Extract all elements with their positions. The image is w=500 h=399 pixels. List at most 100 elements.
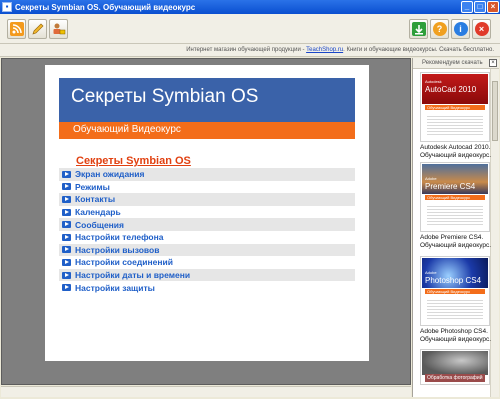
banner-title: Секреты Symbian OS bbox=[71, 86, 259, 107]
chapter-menu: Экран ожидания Режимы Контакты Календарь Соо… bbox=[59, 168, 355, 294]
chapter-item[interactable]: Настройки вызовов bbox=[59, 243, 355, 257]
info-text-before: Интернет магазин обучающей продукции - bbox=[186, 47, 307, 53]
autocad-cover-band: Обучающий Видеокурс bbox=[425, 105, 485, 110]
document-banner: Секреты Symbian OS bbox=[59, 78, 355, 122]
caption-line: Adobe Photoshop CS4. bbox=[420, 328, 488, 335]
chapter-label: Настройки вызовов bbox=[75, 244, 160, 255]
autocad-cover: Autodesk AutoCad 2010 Обучающий Видеокур… bbox=[420, 72, 490, 142]
info-text-after: . Книги и обучающие видеокурсы. Скачать … bbox=[343, 47, 494, 53]
recommend-item-photo-editing[interactable]: Обработка фотографий bbox=[420, 349, 490, 385]
chapter-item[interactable]: Сообщения bbox=[59, 218, 355, 231]
chapter-item[interactable]: Контакты bbox=[59, 193, 355, 206]
play-icon bbox=[62, 284, 71, 292]
document-page: Секреты Symbian OS Обучающий Видеокурс С… bbox=[45, 65, 369, 361]
recommend-caption: Adobe Photoshop CS4. Обучающий видеокурс… bbox=[420, 328, 492, 344]
chapter-label: Сообщения bbox=[75, 219, 124, 230]
toolbar: ? i × bbox=[0, 14, 500, 44]
caption-line: Обучающий видеокурс. bbox=[420, 242, 492, 249]
maximize-button[interactable]: □ bbox=[474, 1, 486, 13]
play-icon bbox=[62, 183, 71, 191]
photoshop-cover-band: Обучающий Видеокурс bbox=[425, 289, 485, 294]
edit-button[interactable] bbox=[28, 19, 47, 39]
autocad-cover-text bbox=[427, 114, 483, 136]
photo-editing-cover-art bbox=[422, 351, 488, 375]
photoshop-cover-name: Photoshop CS4 bbox=[425, 276, 482, 285]
horizontal-scrollbar[interactable] bbox=[1, 386, 411, 397]
photo-editing-cover-band: Обработка фотографий bbox=[425, 374, 485, 382]
sidebar-scrollbar[interactable] bbox=[490, 69, 499, 397]
recommend-item-autocad[interactable]: Autodesk AutoCad 2010 Обучающий Видеокур… bbox=[420, 72, 492, 160]
chapter-item[interactable]: Настройки соединений bbox=[59, 256, 355, 269]
play-icon bbox=[62, 208, 71, 216]
play-icon bbox=[62, 170, 71, 178]
recommend-caption: Adobe Premiere CS4. Обучающий видеокурс. bbox=[420, 234, 492, 250]
chapter-label: Контакты bbox=[75, 194, 116, 205]
help-button[interactable]: ? bbox=[430, 19, 449, 39]
chapter-label: Настройки защиты bbox=[75, 282, 155, 293]
chapter-label: Настройки телефона bbox=[75, 232, 164, 243]
play-icon bbox=[62, 246, 71, 254]
document-viewer[interactable]: Секреты Symbian OS Обучающий Видеокурс С… bbox=[1, 58, 411, 385]
window-controls: _ □ × bbox=[461, 1, 499, 13]
sidebar-header: Рекомендуем скачать × bbox=[413, 58, 499, 69]
exit-button[interactable]: × bbox=[472, 19, 491, 39]
lock-user-icon bbox=[53, 23, 65, 35]
contents-title[interactable]: Секреты Symbian OS bbox=[76, 155, 191, 167]
photoshop-cover-title: Adobe Photoshop CS4 bbox=[425, 269, 481, 285]
autocad-cover-name: AutoCad 2010 bbox=[425, 85, 477, 94]
chapter-item[interactable]: Режимы bbox=[59, 180, 355, 194]
rss-icon bbox=[9, 22, 24, 36]
chapter-label: Настройки соединений bbox=[75, 257, 173, 268]
lock-user-button[interactable] bbox=[49, 19, 68, 39]
download-button[interactable] bbox=[409, 19, 428, 39]
chapter-label: Календарь bbox=[75, 207, 121, 218]
recommend-item-photoshop[interactable]: Adobe Photoshop CS4 Обучающий Видеокурс … bbox=[420, 256, 492, 344]
autocad-cover-title: Autodesk AutoCad 2010 bbox=[425, 78, 476, 94]
subtitle-bar: Обучающий Видеокурс bbox=[59, 122, 355, 139]
recommend-sidebar: Рекомендуем скачать × Autodesk AutoCad 2… bbox=[412, 58, 499, 397]
chapter-item[interactable]: Настройки защиты bbox=[59, 281, 355, 294]
sidebar-scroll-thumb[interactable] bbox=[492, 81, 498, 141]
play-icon bbox=[62, 233, 71, 241]
window-close-button[interactable]: × bbox=[487, 1, 499, 13]
chapter-label: Режимы bbox=[75, 181, 110, 192]
play-icon bbox=[62, 271, 71, 279]
play-icon bbox=[62, 221, 71, 229]
chapter-label: Экран ожидания bbox=[75, 169, 145, 180]
window-title: Секреты Symbian OS. Обучающий видеокурс bbox=[15, 2, 196, 12]
help-icon: ? bbox=[432, 22, 447, 36]
photoshop-cover: Adobe Photoshop CS4 Обучающий Видеокурс bbox=[420, 256, 490, 326]
premiere-cover-title: Adobe Premiere CS4 bbox=[425, 175, 475, 191]
chapter-item[interactable]: Экран ожидания bbox=[59, 168, 355, 181]
photoshop-cover-text bbox=[427, 298, 483, 320]
caption-line: Adobe Premiere CS4. bbox=[420, 234, 484, 241]
sidebar-header-label: Рекомендуем скачать bbox=[422, 60, 483, 66]
premiere-cover-name: Premiere CS4 bbox=[425, 182, 476, 191]
play-icon bbox=[62, 195, 71, 203]
app-icon: ▪ bbox=[2, 2, 12, 12]
chapter-item[interactable]: Настройки телефона bbox=[59, 230, 355, 244]
info-button[interactable]: i bbox=[451, 19, 470, 39]
minimize-button[interactable]: _ bbox=[461, 1, 473, 13]
recommend-caption: Autodesk Autocad 2010. Обучающий видеоку… bbox=[420, 144, 492, 160]
caption-line: Обучающий видеокурс. bbox=[420, 336, 492, 343]
play-icon bbox=[62, 258, 71, 266]
info-bar: Интернет магазин обучающей продукции - T… bbox=[0, 44, 500, 57]
info-icon: i bbox=[453, 22, 468, 36]
download-icon bbox=[411, 22, 426, 36]
premiere-cover: Adobe Premiere CS4 Обучающий Видеокурс bbox=[420, 162, 490, 232]
sidebar-close-icon[interactable]: × bbox=[489, 59, 497, 67]
chapter-label: Настройки даты и времени bbox=[75, 270, 191, 281]
chapter-item[interactable]: Настройки даты и времени bbox=[59, 268, 355, 282]
chapter-item[interactable]: Календарь bbox=[59, 205, 355, 219]
caption-line: Обучающий видеокурс. bbox=[420, 152, 492, 159]
teachshop-link[interactable]: TeachShop.ru bbox=[306, 47, 343, 53]
rss-button[interactable] bbox=[7, 19, 26, 39]
recommend-item-premiere[interactable]: Adobe Premiere CS4 Обучающий Видеокурс A… bbox=[420, 162, 492, 250]
window-titlebar: ▪ Секреты Symbian OS. Обучающий видеокур… bbox=[0, 0, 500, 14]
pencil-icon bbox=[31, 23, 43, 35]
caption-line: Autodesk Autocad 2010. bbox=[420, 144, 491, 151]
premiere-cover-text bbox=[427, 204, 483, 226]
close-icon: × bbox=[474, 22, 489, 36]
premiere-cover-band: Обучающий Видеокурс bbox=[425, 195, 485, 200]
